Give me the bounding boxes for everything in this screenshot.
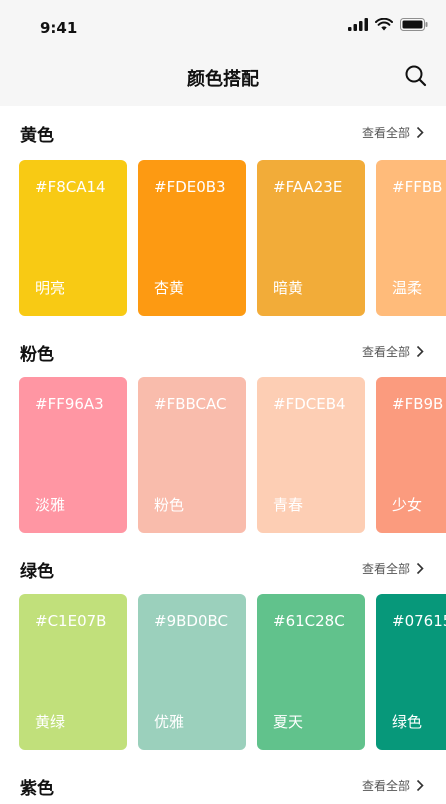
color-card[interactable]: #F8CA14 明亮: [19, 160, 127, 316]
color-hex: #FAA23E: [273, 178, 343, 196]
color-name: 绿色: [392, 713, 423, 731]
section-header-purple: 紫色 查看全部: [0, 774, 446, 804]
color-name: 温柔: [392, 279, 423, 297]
chevron-right-icon: [416, 345, 424, 358]
view-all-button[interactable]: 查看全部: [362, 124, 424, 141]
color-name: 优雅: [154, 713, 185, 731]
color-row-yellow: #F8CA14 明亮 #FDE0B3 杏黄 #FAA23E 暗黄 #FFBB 温…: [0, 160, 446, 316]
color-name: 淡雅: [35, 496, 66, 514]
color-card[interactable]: #C1E07B 黄绿: [19, 594, 127, 750]
view-all-button[interactable]: 查看全部: [362, 560, 424, 577]
color-card[interactable]: #FFBB 温柔: [376, 160, 446, 316]
view-all-label: 查看全部: [361, 562, 410, 576]
color-card[interactable]: #07615 绿色: [376, 594, 446, 750]
search-button[interactable]: [404, 64, 428, 88]
color-hex: #C1E07B: [35, 612, 107, 630]
color-name: 杏黄: [154, 279, 185, 297]
color-hex: #FB9B: [392, 395, 444, 413]
color-hex: #FF96A3: [35, 395, 104, 413]
section-header-yellow: 黄色 查看全部: [0, 121, 446, 151]
status-time: 9:41: [40, 19, 78, 37]
view-all-button[interactable]: 查看全部: [362, 343, 424, 360]
view-all-label: 查看全部: [361, 345, 410, 359]
section-title: 绿色: [20, 562, 54, 582]
section-title: 粉色: [20, 345, 54, 365]
color-name: 夏天: [273, 713, 304, 731]
color-card[interactable]: #FBBCAC 粉色: [138, 377, 246, 533]
color-card[interactable]: #FAA23E 暗黄: [257, 160, 365, 316]
color-hex: #FDCEB4: [273, 395, 346, 413]
color-name: 少女: [392, 496, 423, 514]
color-card[interactable]: #FF96A3 淡雅: [19, 377, 127, 533]
color-hex: #F8CA14: [35, 178, 106, 196]
battery-icon: [400, 18, 428, 31]
color-card[interactable]: #FB9B 少女: [376, 377, 446, 533]
search-icon: [405, 65, 427, 87]
chevron-right-icon: [416, 779, 424, 792]
page-title: 颜色搭配: [187, 69, 259, 90]
wifi-icon: [375, 18, 393, 31]
color-name: 青春: [273, 496, 304, 514]
color-hex: #FDE0B3: [154, 178, 226, 196]
color-card[interactable]: #FDCEB4 青春: [257, 377, 365, 533]
view-all-label: 查看全部: [361, 779, 410, 793]
color-row-green: #C1E07B 黄绿 #9BD0BC 优雅 #61C28C 夏天 #07615 …: [0, 594, 446, 750]
color-row-pink: #FF96A3 淡雅 #FBBCAC 粉色 #FDCEB4 青春 #FB9B 少…: [0, 377, 446, 533]
nav-bar: 颜色搭配: [0, 56, 446, 106]
color-name: 粉色: [154, 496, 185, 514]
section-header-green: 绿色 查看全部: [0, 557, 446, 587]
section-title: 紫色: [20, 779, 54, 799]
section-title: 黄色: [20, 126, 54, 146]
status-bar: 9:41: [0, 0, 446, 56]
color-hex: #07615: [392, 612, 446, 630]
chevron-right-icon: [416, 562, 424, 575]
color-name: 明亮: [35, 279, 66, 297]
section-header-pink: 粉色 查看全部: [0, 340, 446, 370]
signal-icon: [348, 18, 368, 31]
color-hex: #FBBCAC: [154, 395, 227, 413]
view-all-button[interactable]: 查看全部: [362, 777, 424, 794]
color-name: 黄绿: [35, 713, 66, 731]
chevron-right-icon: [416, 126, 424, 139]
color-card[interactable]: #9BD0BC 优雅: [138, 594, 246, 750]
color-card[interactable]: #61C28C 夏天: [257, 594, 365, 750]
color-hex: #9BD0BC: [154, 612, 228, 630]
color-card[interactable]: #FDE0B3 杏黄: [138, 160, 246, 316]
color-name: 暗黄: [273, 279, 304, 297]
view-all-label: 查看全部: [361, 126, 410, 140]
color-hex: #61C28C: [273, 612, 345, 630]
status-icons: [348, 18, 428, 31]
color-hex: #FFBB: [392, 178, 443, 196]
